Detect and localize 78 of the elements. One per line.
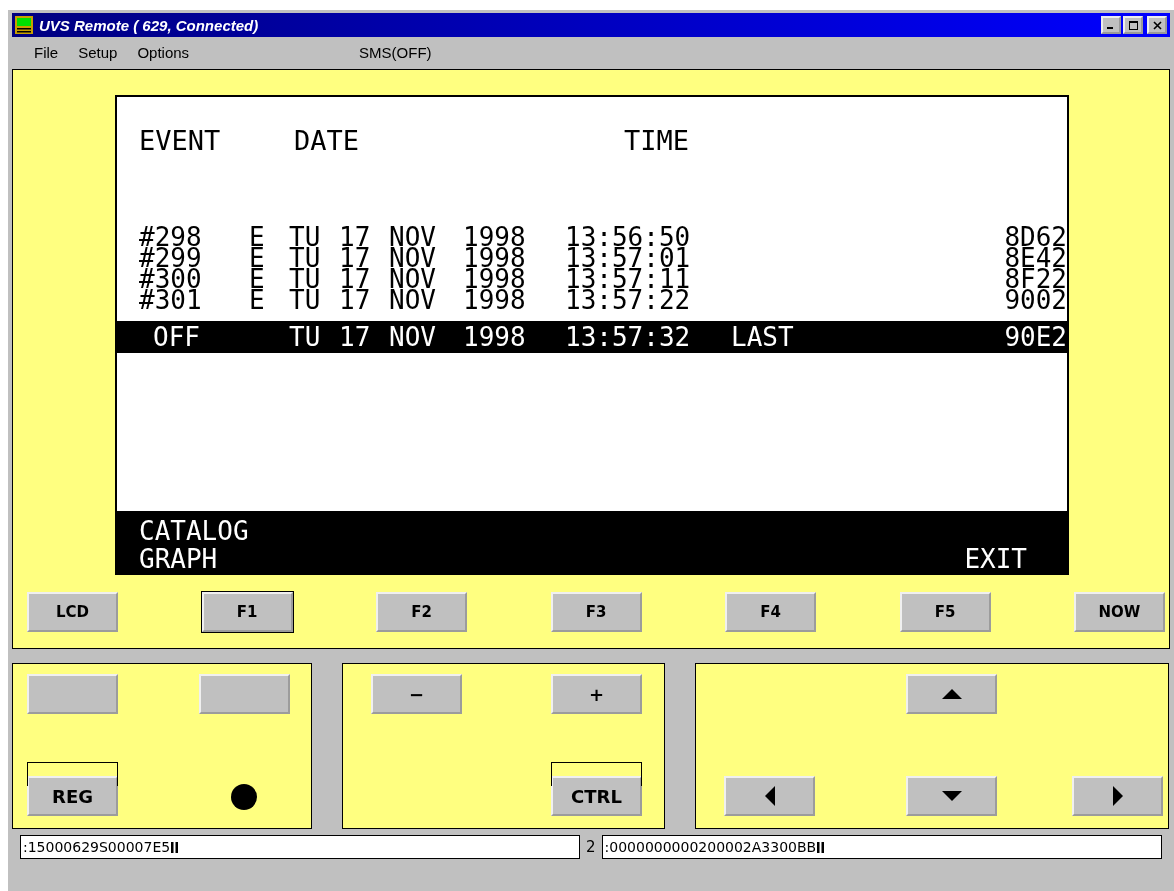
close-icon xyxy=(1152,20,1162,30)
event-year: 1998 xyxy=(463,321,527,353)
down-triangle-icon xyxy=(941,791,962,801)
function-key[interactable]: F1 xyxy=(201,592,293,632)
status-text: :0000000000200002A3300BB xyxy=(604,839,817,855)
softkey-label: GRAPH xyxy=(139,545,219,573)
event-time: 13:57:22 xyxy=(565,290,692,311)
status-separator: 2 xyxy=(586,838,596,856)
window-title: UVS Remote ( 629, Connected) xyxy=(39,16,259,34)
function-key[interactable]: F2 xyxy=(376,592,467,632)
event-number: #300 xyxy=(139,269,203,290)
event-year: 1998 xyxy=(463,248,527,269)
event-month: NOV xyxy=(389,290,437,311)
keypad-key[interactable]: + xyxy=(551,674,642,714)
event-day: TU xyxy=(289,290,339,311)
arrow-key[interactable] xyxy=(1072,776,1163,816)
event-day: TU xyxy=(289,269,339,290)
function-key[interactable]: LCD xyxy=(27,592,118,632)
function-key[interactable]: NOW xyxy=(1074,592,1165,632)
minimize-button[interactable] xyxy=(1101,16,1121,34)
right-triangle-icon xyxy=(1112,786,1123,806)
event-date: 17 xyxy=(339,290,372,311)
close-button[interactable] xyxy=(1147,16,1167,34)
menu-item[interactable]: Options xyxy=(137,43,190,61)
event-date: 17 xyxy=(339,269,372,290)
event-code: 8F22 xyxy=(1004,269,1067,290)
event-month: NOV xyxy=(389,321,437,353)
event-code: 90E2 xyxy=(1004,321,1067,353)
event-month: NOV xyxy=(389,269,437,290)
event-number: #298 xyxy=(139,227,203,248)
event-code: 9002 xyxy=(1004,290,1067,311)
function-key[interactable]: F3 xyxy=(550,592,642,632)
indicator-dot-icon xyxy=(231,784,257,810)
event-month: NOV xyxy=(389,248,437,269)
maximize-icon xyxy=(1128,20,1138,30)
event-time: 13:57:01 xyxy=(565,248,692,269)
event-code: 8D62 xyxy=(1004,227,1067,248)
event-time: 13:57:11 xyxy=(565,269,692,290)
event-number: #299 xyxy=(139,248,203,269)
softkey-label: EXIT xyxy=(964,545,1027,573)
function-key[interactable]: F5 xyxy=(899,592,991,632)
keypad-key[interactable]: CTRL xyxy=(551,776,642,816)
column-header: EVENT xyxy=(139,125,222,158)
arrow-key[interactable] xyxy=(906,776,997,816)
event-year: 1998 xyxy=(463,290,527,311)
sms-status[interactable]: SMS(OFF) xyxy=(359,43,432,61)
keypad-key[interactable]: − xyxy=(371,674,462,714)
menu-item[interactable]: File xyxy=(34,43,59,61)
softkey-label: CATALOG xyxy=(139,517,249,545)
event-time: 13:57:32 xyxy=(565,321,692,353)
event-date: 17 xyxy=(339,321,372,353)
left-triangle-icon xyxy=(764,786,775,806)
function-key[interactable]: F4 xyxy=(725,592,816,632)
event-date: 17 xyxy=(339,227,372,248)
cursor-icon xyxy=(171,841,179,853)
event-day: TU xyxy=(289,321,339,353)
event-code: 8E42 xyxy=(1004,248,1067,269)
column-header: TIME xyxy=(624,125,690,158)
event-number: OFF xyxy=(152,321,201,353)
event-number: #301 xyxy=(139,290,203,311)
event-date: 17 xyxy=(339,248,372,269)
event-day: TU xyxy=(289,227,339,248)
column-header: DATE xyxy=(294,125,361,158)
event-time: 13:56:50 xyxy=(565,227,692,248)
event-year: 1998 xyxy=(463,227,527,248)
menu-item[interactable]: Setup xyxy=(78,43,118,61)
event-note: LAST xyxy=(731,322,794,352)
event-day: TU xyxy=(289,248,339,269)
status-text: :15000629S00007E5 xyxy=(23,839,171,855)
arrow-key[interactable] xyxy=(906,674,997,714)
up-triangle-icon xyxy=(941,689,962,699)
keypad-key[interactable]: REG xyxy=(27,776,118,816)
cursor-icon xyxy=(817,841,825,853)
arrow-key[interactable] xyxy=(724,776,815,816)
event-month: NOV xyxy=(389,227,437,248)
maximize-button[interactable] xyxy=(1123,16,1143,34)
event-year: 1998 xyxy=(463,269,527,290)
app-icon xyxy=(15,16,33,34)
